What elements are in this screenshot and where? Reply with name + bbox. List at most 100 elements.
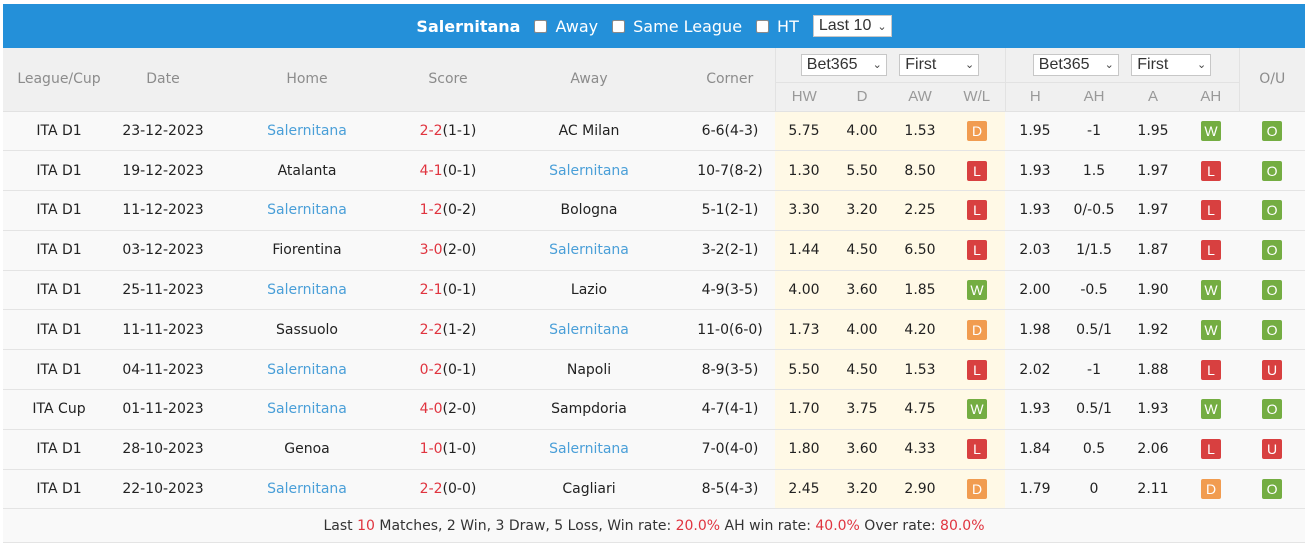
home-team[interactable]: Salernitana — [267, 401, 347, 417]
away-filter-checkbox[interactable]: Away — [534, 17, 598, 36]
home-team[interactable]: Genoa — [284, 441, 329, 457]
match-date: 01-11-2023 — [122, 401, 204, 418]
home-team[interactable]: Salernitana — [267, 202, 347, 218]
checkbox-box[interactable] — [534, 19, 548, 33]
ou-cell: U — [1239, 429, 1306, 470]
h-cell: 1.95 — [1005, 111, 1066, 152]
home-cell: Atalanta — [211, 150, 403, 192]
header-home: Home — [211, 48, 403, 112]
away-team[interactable]: Salernitana — [549, 163, 629, 179]
home-win-odds: 1.30 — [788, 162, 820, 179]
ah-home-odds: 1.84 — [1019, 441, 1051, 458]
away-team[interactable]: Napoli — [567, 362, 611, 378]
home-team[interactable]: Atalanta — [278, 163, 337, 179]
d-cell: 4.00 — [833, 111, 891, 152]
home-win-odds: 1.73 — [788, 321, 820, 338]
ou-cell: O — [1239, 111, 1306, 152]
full-time-score: 2-2 — [419, 481, 443, 498]
corner-count: 10-7(8-2) — [697, 162, 763, 179]
h-cell: 2.03 — [1005, 230, 1066, 271]
away-win-odds: 8.50 — [904, 162, 936, 179]
same-league-filter-checkbox[interactable]: Same League — [612, 17, 742, 36]
league-name: ITA Cup — [32, 401, 86, 418]
ou-badge: U — [1262, 439, 1283, 460]
league-name: ITA D1 — [36, 122, 82, 139]
home-team[interactable]: Salernitana — [267, 481, 347, 497]
date-cell: 22-10-2023 — [115, 469, 211, 510]
ah-result-cell: L — [1183, 349, 1240, 391]
checkbox-box[interactable] — [756, 19, 770, 33]
score-cell: 3-0(2-0) — [403, 230, 493, 271]
half-time-score: (1-0) — [442, 441, 477, 458]
ah-home-odds: 2.03 — [1019, 242, 1051, 259]
away-team[interactable]: Lazio — [571, 282, 607, 298]
ah-away-odds: 1.93 — [1137, 401, 1169, 418]
league-cell: ITA D1 — [3, 190, 115, 231]
away-win-odds: 1.85 — [904, 282, 936, 299]
win-rate: 20.0% — [675, 517, 721, 534]
corner-cell: 6-6(4-3) — [685, 111, 775, 152]
away-cell: Salernitana — [493, 309, 685, 351]
ah-away-odds: 1.92 — [1137, 321, 1169, 338]
wl-cell: W — [949, 389, 1006, 430]
score-cell: 2-2(0-0) — [403, 469, 493, 510]
match-date: 04-11-2023 — [122, 361, 204, 378]
home-team[interactable]: Salernitana — [267, 123, 347, 139]
header-hw: HW — [774, 82, 833, 112]
ah-cell: 1/1.5 — [1065, 230, 1124, 271]
away-team[interactable]: Salernitana — [549, 322, 629, 338]
away-team[interactable]: Bologna — [561, 202, 618, 218]
date-cell: 28-10-2023 — [115, 429, 211, 470]
date-cell: 23-12-2023 — [115, 111, 211, 152]
home-team[interactable]: Sassuolo — [276, 322, 338, 338]
full-time-score: 4-1 — [419, 162, 443, 179]
corner-count: 6-6(4-3) — [701, 122, 759, 139]
matches-table: League/Cup Date Home Score Away Corner B… — [3, 48, 1306, 544]
hw-cell: 4.00 — [775, 270, 833, 311]
ah-line: 0.5/1 — [1076, 401, 1112, 418]
ou-cell: O — [1239, 309, 1306, 351]
ah-type-select[interactable]: First ⌄ — [1131, 53, 1212, 76]
away-team[interactable]: Salernitana — [549, 242, 629, 258]
away-team[interactable]: Cagliari — [562, 481, 615, 497]
home-team[interactable]: Salernitana — [267, 282, 347, 298]
league-cell: ITA D1 — [3, 469, 115, 510]
score-cell: 1-2(0-2) — [403, 190, 493, 231]
away-team[interactable]: Salernitana — [549, 441, 629, 457]
match-count-select[interactable]: Last 10 ⌄ — [812, 15, 892, 37]
checkbox-box[interactable] — [612, 19, 626, 33]
ah-result-badge: L — [1201, 359, 1222, 380]
match-row: ITA D1 28-10-2023 Genoa 1-0(1-0) Salernitana… — [3, 429, 1306, 470]
draw-odds: 5.50 — [846, 162, 878, 179]
half-time-score: (0-0) — [442, 481, 477, 498]
away-cell: Bologna — [493, 190, 685, 231]
home-team[interactable]: Fiorentina — [272, 242, 341, 258]
ah-company-select[interactable]: Bet365 ⌄ — [1032, 53, 1119, 76]
league-cell: ITA D1 — [3, 111, 115, 152]
aw-cell: 8.50 — [891, 150, 949, 192]
home-cell: Salernitana — [211, 270, 403, 311]
odds-type-select[interactable]: First ⌄ — [899, 53, 980, 76]
d-cell: 3.20 — [833, 190, 891, 231]
ou-badge: O — [1262, 200, 1283, 221]
home-cell: Salernitana — [211, 469, 403, 510]
ah-home-odds: 1.98 — [1019, 321, 1051, 338]
away-team[interactable]: Sampdoria — [551, 401, 627, 417]
aw-cell: 2.25 — [891, 190, 949, 231]
odds-company-select[interactable]: Bet365 ⌄ — [800, 53, 887, 76]
ah-line: -1 — [1087, 361, 1101, 378]
ah-result-cell: D — [1183, 469, 1240, 510]
half-time-score: (1-2) — [442, 321, 477, 338]
match-row: ITA D1 19-12-2023 Atalanta 4-1(0-1) Salernit… — [3, 150, 1306, 192]
away-team[interactable]: AC Milan — [559, 123, 620, 139]
ah-cell: -1 — [1065, 349, 1124, 391]
ah-line: 0.5 — [1082, 441, 1106, 458]
ou-cell: O — [1239, 190, 1306, 231]
ou-badge: O — [1262, 319, 1283, 340]
home-win-odds: 1.44 — [788, 242, 820, 259]
ah-result-cell: W — [1183, 389, 1240, 430]
result-badge: D — [967, 120, 987, 141]
ht-filter-checkbox[interactable]: HT — [756, 17, 799, 36]
ah-line: -0.5 — [1080, 282, 1108, 299]
home-team[interactable]: Salernitana — [267, 362, 347, 378]
